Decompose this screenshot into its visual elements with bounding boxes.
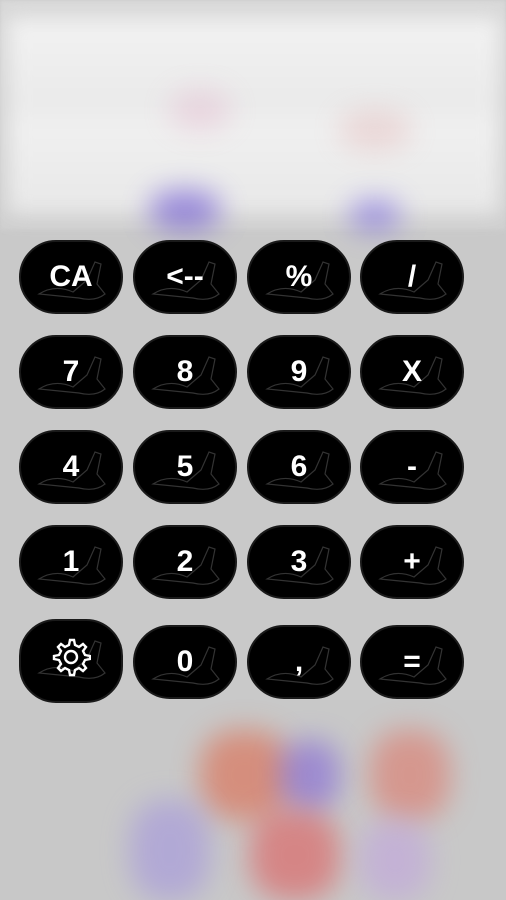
key-label: % — [285, 260, 313, 293]
keypad: CA <--% / 7 8 9 X 4 5 6 - 1 2 3 +0, = — [0, 228, 506, 718]
digit-5-button[interactable]: 5 — [133, 430, 237, 504]
background-smudge — [280, 740, 340, 810]
key-label: / — [407, 260, 417, 293]
blurred-display — [8, 18, 500, 214]
background-smudge — [350, 200, 400, 230]
key-label: <-- — [166, 260, 204, 293]
decimal-comma-button[interactable]: , — [247, 625, 351, 699]
key-label: , — [294, 645, 304, 678]
digit-3-button[interactable]: 3 — [247, 525, 351, 599]
key-label: - — [407, 450, 417, 483]
digit-2-button[interactable]: 2 — [133, 525, 237, 599]
key-label: 3 — [290, 545, 308, 578]
background-smudge — [370, 730, 450, 820]
key-label: 1 — [62, 545, 80, 578]
digit-7-button[interactable]: 7 — [19, 335, 123, 409]
key-label: 6 — [290, 450, 308, 483]
digit-9-button[interactable]: 9 — [247, 335, 351, 409]
background-smudge — [170, 90, 230, 130]
key-label: 7 — [62, 355, 80, 388]
backspace-button[interactable]: <-- — [133, 240, 237, 314]
digit-1-button[interactable]: 1 — [19, 525, 123, 599]
multiply-button[interactable]: X — [360, 335, 464, 409]
background-smudge — [340, 110, 410, 150]
key-label: 9 — [290, 355, 308, 388]
clear-all-button[interactable]: CA — [19, 240, 123, 314]
equals-button[interactable]: = — [360, 625, 464, 699]
percent-button[interactable]: % — [247, 240, 351, 314]
gear-icon — [51, 637, 92, 685]
background-smudge — [130, 800, 210, 900]
key-label: + — [403, 545, 421, 578]
digit-8-button[interactable]: 8 — [133, 335, 237, 409]
add-button[interactable]: + — [360, 525, 464, 599]
digit-6-button[interactable]: 6 — [247, 430, 351, 504]
digit-4-button[interactable]: 4 — [19, 430, 123, 504]
key-label: 2 — [176, 545, 194, 578]
background-smudge — [250, 810, 340, 900]
key-label: 5 — [176, 450, 194, 483]
subtract-button[interactable]: - — [360, 430, 464, 504]
key-label: 4 — [62, 450, 80, 483]
divide-button[interactable]: / — [360, 240, 464, 314]
background-smudge — [360, 820, 430, 900]
key-label: 0 — [176, 645, 194, 678]
key-label: = — [403, 645, 421, 678]
key-label: 8 — [176, 355, 194, 388]
background-smudge — [200, 730, 290, 820]
digit-0-button[interactable]: 0 — [133, 625, 237, 699]
settings-button[interactable] — [19, 619, 123, 703]
background-smudge — [150, 190, 220, 230]
key-label: CA — [49, 260, 93, 293]
key-label: X — [401, 355, 422, 388]
